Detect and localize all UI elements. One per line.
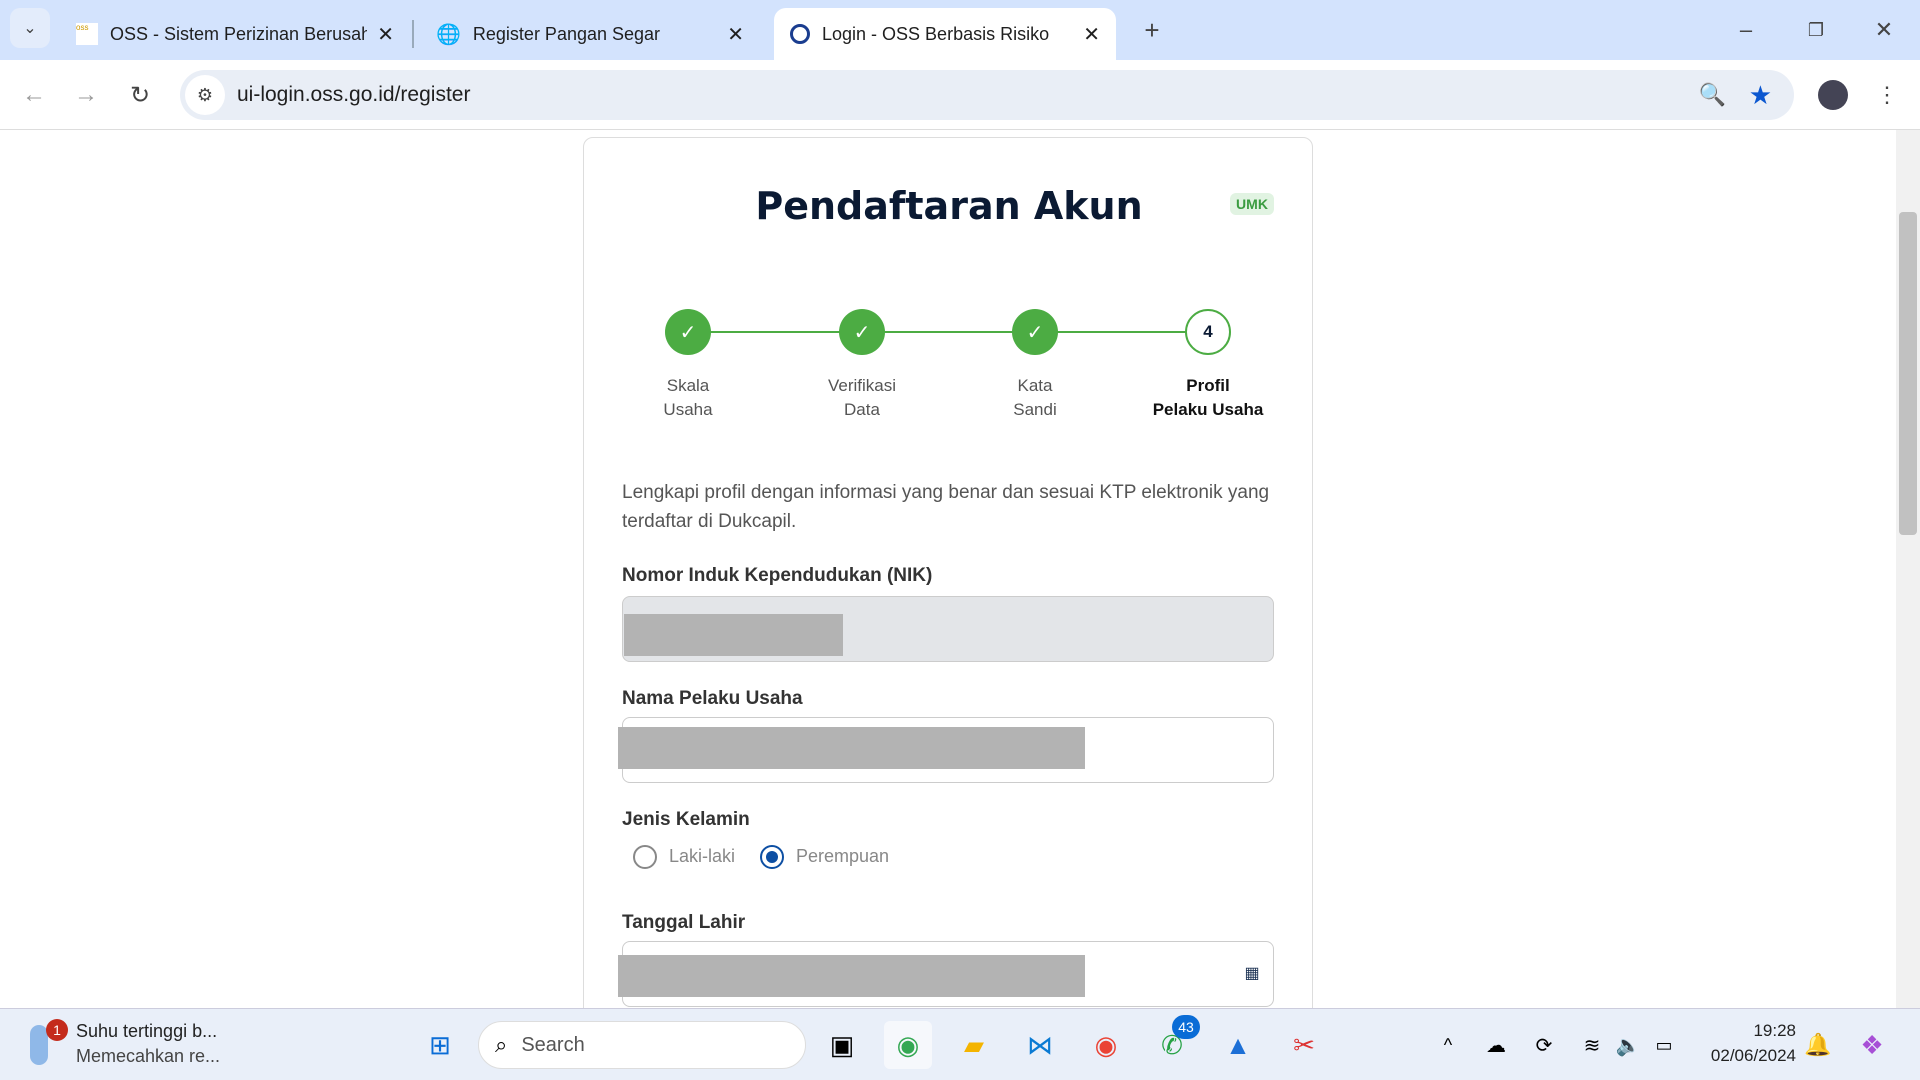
tab-strip: ⌄ oss OSS - Sistem Perizinan Berusaha ✕ …	[0, 0, 1920, 60]
forward-button[interactable]: →	[68, 77, 104, 113]
vscode-icon[interactable]: ⋈	[1016, 1021, 1064, 1069]
address-bar[interactable]: ⚙ ui-login.oss.go.id/register 🔍 ★	[180, 70, 1794, 120]
dob-input[interactable]: ▦	[618, 941, 1274, 1007]
tab-oss[interactable]: oss OSS - Sistem Perizinan Berusaha ✕	[60, 8, 410, 60]
reload-button[interactable]: ↻	[122, 77, 158, 113]
nik-label: Nomor Induk Kependudukan (NIK)	[622, 565, 933, 586]
snipping-tool-icon[interactable]: ✂	[1280, 1021, 1328, 1069]
gender-label: Jenis Kelamin	[622, 809, 750, 830]
clock-time[interactable]: 19:28	[1696, 1021, 1796, 1041]
zoom-icon[interactable]: 🔍	[1699, 82, 1726, 108]
instruction-text: Lengkapi profil dengan informasi yang be…	[622, 482, 1270, 532]
bookmark-star-icon[interactable]: ★	[1749, 80, 1772, 111]
step-1-label: Skala Usaha	[663, 376, 713, 419]
step-4-current: 4	[1185, 309, 1231, 355]
radio-label-perempuan[interactable]: Perempuan	[796, 846, 889, 867]
file-explorer-icon[interactable]: ▰	[950, 1021, 998, 1069]
page-title: Pendaftaran Akun	[755, 184, 1143, 228]
site-settings-icon[interactable]: ⚙	[185, 75, 225, 115]
step-4-label: Profil Pelaku Usaha	[1152, 376, 1264, 419]
redacted-value	[618, 727, 1085, 769]
weather-title[interactable]: Suhu tertinggi b...	[76, 1021, 217, 1042]
show-hidden-icons[interactable]: ^	[1424, 1021, 1472, 1069]
nama-input[interactable]	[618, 717, 1274, 783]
dob-label: Tanggal Lahir	[622, 912, 746, 933]
globe-icon: 🌐	[436, 23, 461, 46]
copilot-icon[interactable]: ❖	[1848, 1021, 1896, 1069]
redacted-value	[618, 955, 1085, 997]
radio-label-laki-laki[interactable]: Laki-laki	[669, 846, 735, 867]
tab-login-oss[interactable]: Login - OSS Berbasis Risiko ✕	[774, 8, 1116, 60]
windows-start-icon[interactable]: ⊞	[416, 1021, 464, 1069]
taskbar-search[interactable]: ⌕ Search	[478, 1021, 806, 1069]
restore-button[interactable]: ❐	[1800, 14, 1832, 46]
clock-date[interactable]: 02/06/2024	[1696, 1046, 1796, 1066]
tab-register-pangan[interactable]: 🌐 Register Pangan Segar ✕	[420, 8, 760, 60]
sync-icon[interactable]: ⟳	[1520, 1021, 1568, 1069]
page-content: Pendaftaran Akun UMK ✓ ✓ ✓ 4 Skala Usaha …	[0, 130, 1896, 1008]
umk-badge: UMK	[1230, 193, 1274, 215]
weather-badge: 1	[46, 1019, 68, 1041]
step-3-check-icon: ✓	[1012, 309, 1058, 355]
radio-laki-laki[interactable]	[633, 845, 657, 869]
profile-avatar[interactable]	[1818, 80, 1848, 110]
nik-input	[622, 596, 1274, 662]
search-icon: ⌕	[495, 1032, 508, 1057]
chrome-profile-icon[interactable]: ◉	[1082, 1021, 1130, 1069]
weather-subtitle[interactable]: Memecahkan re...	[76, 1046, 220, 1067]
stepper-line	[688, 331, 1208, 333]
task-view-icon[interactable]: ▣	[818, 1021, 866, 1069]
step-3-label: Kata Sandi	[1013, 376, 1057, 419]
oss-favicon-icon: oss	[76, 23, 98, 45]
new-tab-button[interactable]: +	[1136, 14, 1168, 46]
nama-label: Nama Pelaku Usaha	[622, 688, 803, 709]
menu-kebab-icon[interactable]: ⋮	[1872, 78, 1902, 112]
chrome-icon[interactable]: ◉	[884, 1021, 932, 1069]
close-tab-icon[interactable]: ✕	[727, 22, 744, 47]
back-button[interactable]: ←	[16, 77, 52, 113]
redacted-value	[624, 614, 843, 656]
whatsapp-badge: 43	[1172, 1015, 1200, 1039]
chevron-down-icon: ⌄	[23, 20, 37, 37]
notification-bell-icon[interactable]: 🔔	[1794, 1021, 1842, 1069]
close-tab-icon[interactable]: ✕	[1083, 22, 1100, 47]
step-2-check-icon: ✓	[839, 309, 885, 355]
radio-perempuan[interactable]	[760, 845, 784, 869]
tab-search-button[interactable]: ⌄	[10, 8, 50, 48]
onedrive-icon[interactable]: ☁	[1472, 1021, 1520, 1069]
step-2-label: Verifikasi Data	[827, 376, 897, 419]
photos-icon[interactable]: ▲	[1214, 1021, 1262, 1069]
oss-favicon-icon	[790, 24, 810, 44]
close-window-button[interactable]: ✕	[1868, 14, 1900, 46]
scrollbar-thumb[interactable]	[1899, 212, 1917, 535]
minimize-button[interactable]: –	[1730, 14, 1762, 46]
calendar-icon[interactable]: ▦	[1241, 962, 1263, 984]
registration-card: Pendaftaran Akun UMK ✓ ✓ ✓ 4 Skala Usaha …	[583, 137, 1313, 1008]
step-1-check-icon: ✓	[665, 309, 711, 355]
battery-icon[interactable]: ▭	[1640, 1021, 1688, 1069]
close-tab-icon[interactable]: ✕	[377, 22, 394, 47]
url-text[interactable]: ui-login.oss.go.id/register	[237, 83, 470, 107]
taskbar: 1 Suhu tertinggi b... Memecahkan re... ⊞…	[0, 1008, 1920, 1080]
